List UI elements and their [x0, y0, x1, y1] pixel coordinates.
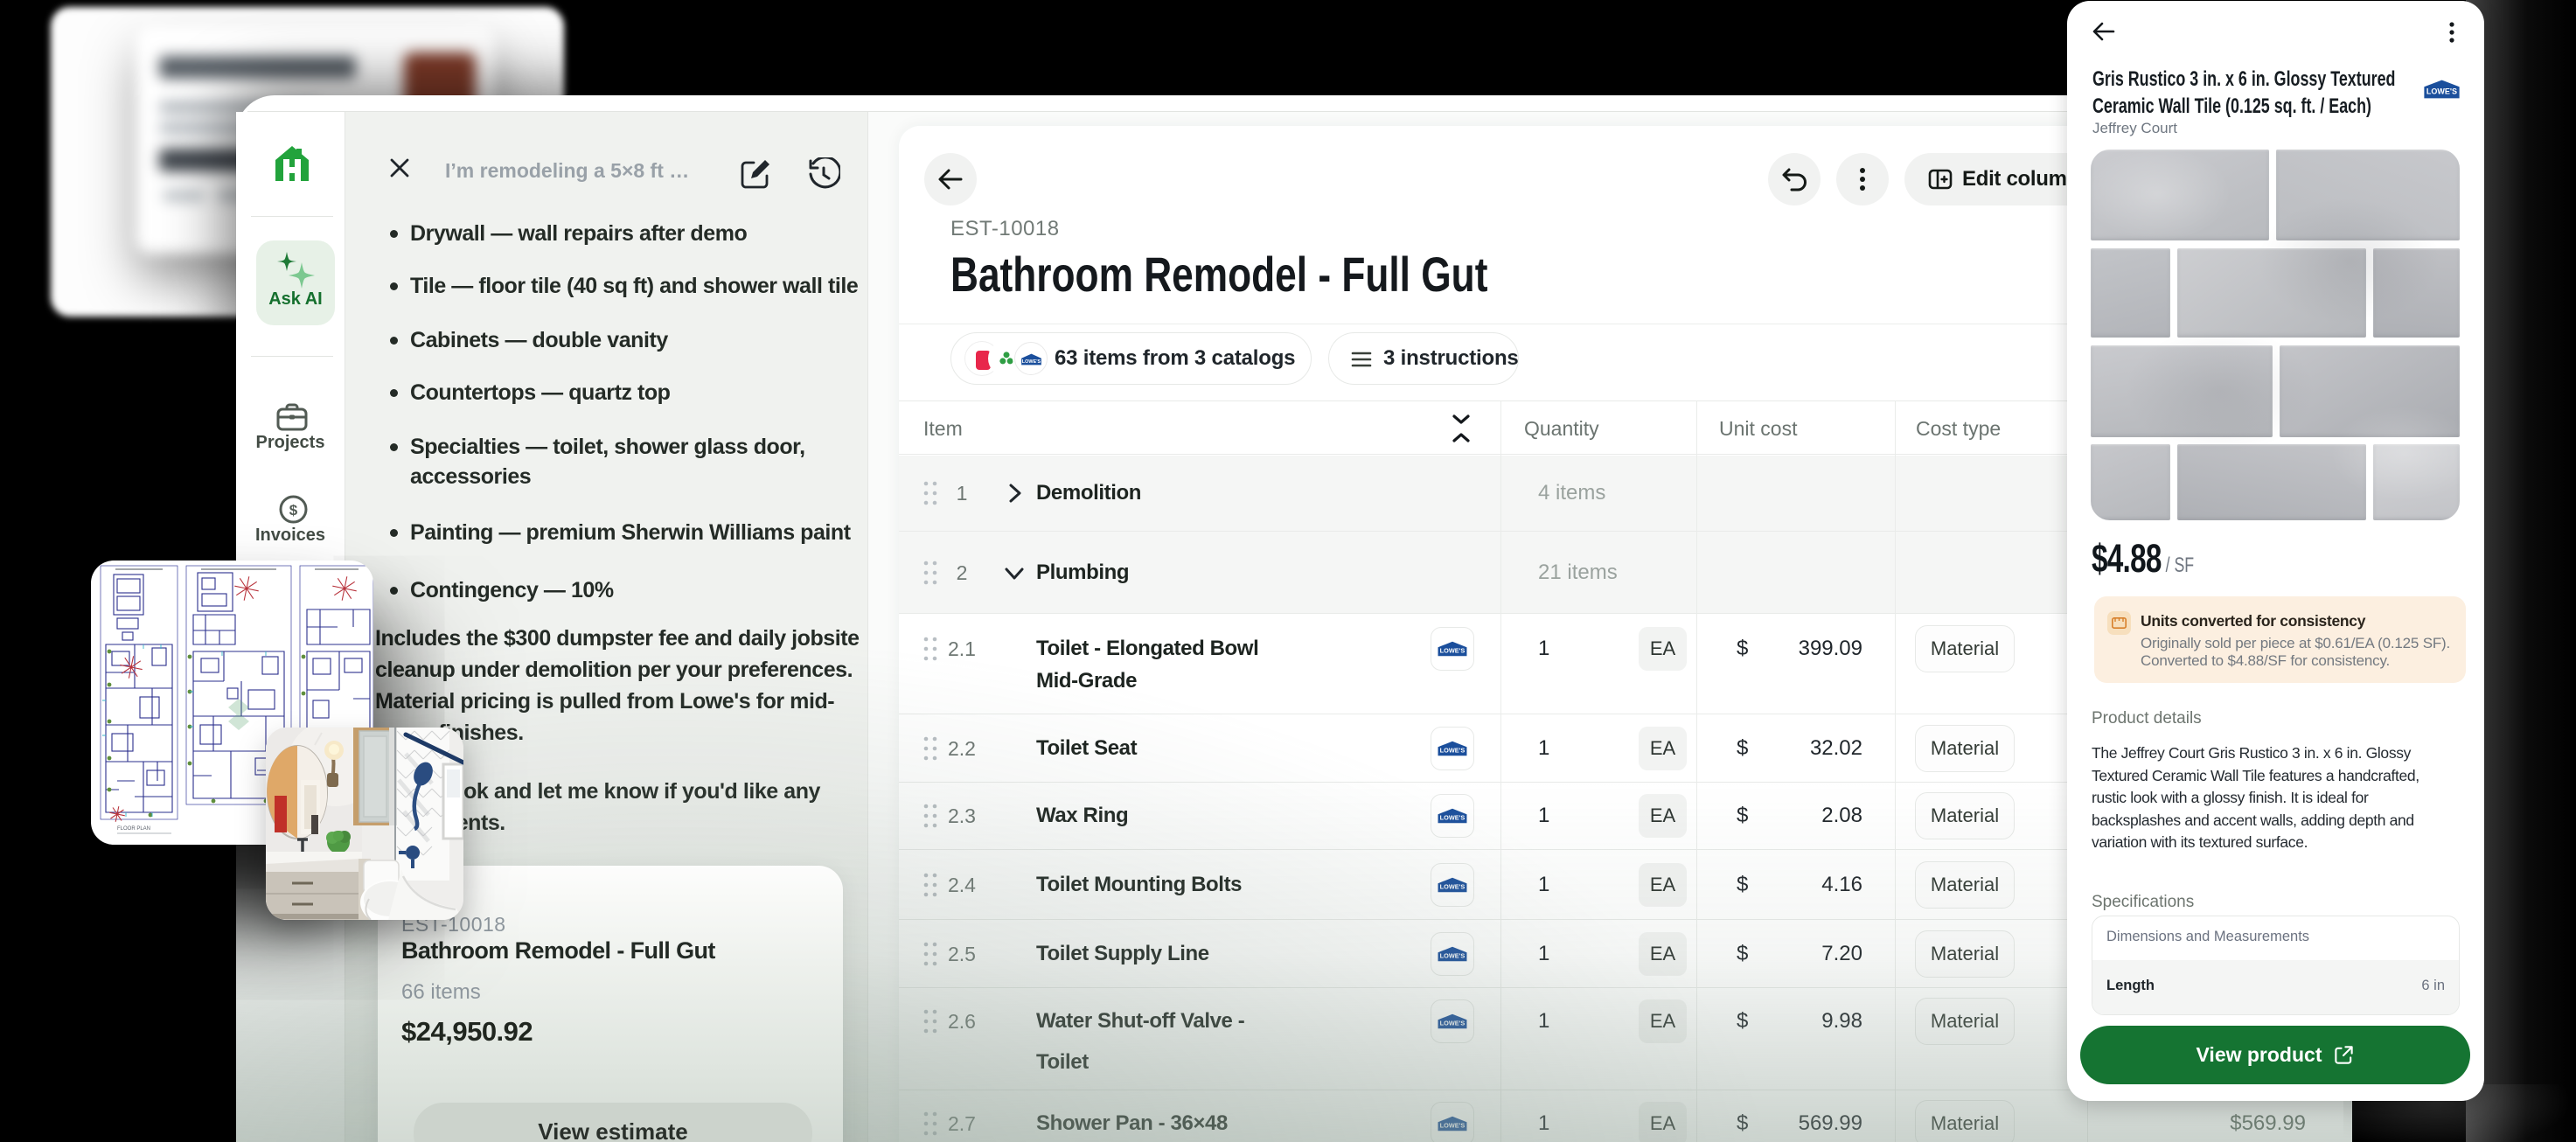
svg-text:LOWE'S: LOWE'S — [1440, 883, 1466, 891]
svg-text:LOWE'S: LOWE'S — [2426, 87, 2457, 96]
svg-text:LOWE'S: LOWE'S — [1440, 1122, 1466, 1130]
svg-text:LOWE'S: LOWE'S — [1440, 1020, 1466, 1027]
svg-text:LOWE'S: LOWE'S — [1440, 952, 1466, 960]
svg-text:LOWE'S: LOWE'S — [1022, 359, 1041, 365]
svg-text:LOWE'S: LOWE'S — [1440, 814, 1466, 822]
svg-text:$: $ — [289, 502, 298, 519]
svg-text:LOWE'S: LOWE'S — [1440, 747, 1466, 755]
svg-text:LOWE'S: LOWE'S — [1440, 647, 1466, 655]
svg-text:FLOOR PLAN: FLOOR PLAN — [117, 826, 150, 832]
